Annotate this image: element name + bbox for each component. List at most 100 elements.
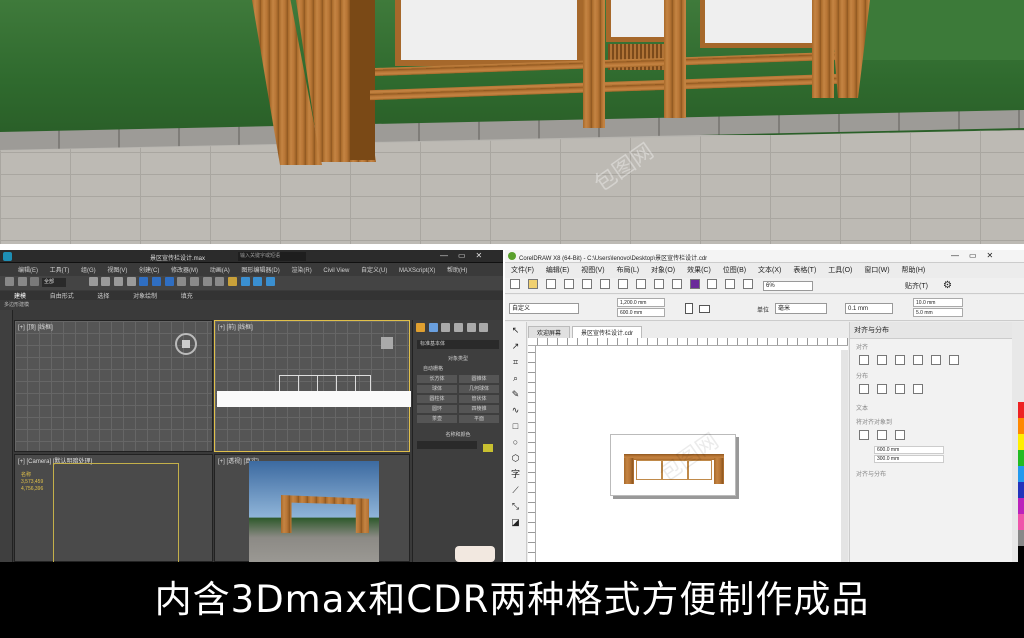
autogrid-checkbox[interactable]: 自动栅格: [423, 365, 493, 372]
cdr-menu-edit[interactable]: 编辑(E): [546, 267, 569, 274]
search-content-icon[interactable]: [671, 279, 682, 289]
align-right-icon[interactable]: [894, 355, 905, 365]
render-icon[interactable]: [266, 277, 276, 286]
options-gear-icon[interactable]: ⚙: [943, 280, 952, 291]
align-y-field[interactable]: 300.0 mm: [874, 455, 944, 463]
redo-icon[interactable]: [653, 279, 664, 289]
crop-tool-icon[interactable]: ⌗: [505, 354, 526, 370]
render-setup-icon[interactable]: [240, 277, 250, 286]
color-palette-strip[interactable]: [1018, 402, 1024, 562]
import-icon[interactable]: [707, 279, 718, 289]
object-type-rollout[interactable]: 对象类型: [417, 355, 499, 362]
angle-snap-icon[interactable]: [152, 277, 162, 286]
undo-icon[interactable]: [635, 279, 646, 289]
cdr-menu-bitmaps[interactable]: 位图(B): [723, 267, 746, 274]
cdr-menu-window[interactable]: 窗口(W): [864, 267, 889, 274]
ellipse-tool-icon[interactable]: ○: [505, 434, 526, 450]
max-menu-help[interactable]: 帮助(H): [447, 268, 467, 274]
rectangle-tool-icon[interactable]: □: [505, 418, 526, 434]
sphere-button[interactable]: 球体: [417, 385, 457, 393]
max-menu-rendering[interactable]: 渲染(R): [291, 268, 311, 274]
open-icon[interactable]: [527, 279, 538, 289]
freehand-tool-icon[interactable]: ✎: [505, 386, 526, 402]
ribbon-tab-selection[interactable]: 选择: [97, 294, 109, 300]
snap-to-dropdown[interactable]: 贴齐(T): [905, 281, 928, 291]
page-width-field[interactable]: 1,200.0 mm: [617, 298, 665, 307]
vertical-scrollbar[interactable]: [841, 350, 848, 562]
max-search-input[interactable]: 输入关键字或短语: [238, 252, 306, 261]
torus-button[interactable]: 圆环: [417, 405, 457, 413]
object-color-swatch[interactable]: [482, 444, 493, 452]
max-menu-create[interactable]: 创建(C): [139, 268, 159, 274]
align-top-icon[interactable]: [912, 355, 923, 365]
utilities-tab-icon[interactable]: [479, 323, 489, 332]
create-tab-icon[interactable]: [416, 323, 425, 332]
mirror-icon[interactable]: [177, 277, 187, 286]
landscape-icon[interactable]: [699, 305, 710, 313]
max-menu-modifiers[interactable]: 修改器(M): [171, 268, 198, 274]
viewport-top[interactable]: [+] [顶] [线框]: [14, 320, 213, 452]
distribute-spacing-icon[interactable]: [912, 384, 923, 394]
portrait-icon[interactable]: [685, 303, 693, 314]
publish-pdf-icon[interactable]: [743, 279, 754, 289]
align-to-grid-icon[interactable]: [894, 430, 905, 440]
cdr-menu-text[interactable]: 文本(X): [758, 267, 781, 274]
distribute-right-icon[interactable]: [894, 384, 905, 394]
ribbon-tab-object-paint[interactable]: 对象绘制: [133, 294, 157, 300]
box-button[interactable]: 长方体: [417, 375, 457, 383]
nudge-field[interactable]: 0.1 mm: [845, 303, 893, 314]
name-color-rollout[interactable]: 名称和颜色: [417, 431, 499, 438]
render-frame-icon[interactable]: [253, 277, 263, 286]
cdr-menu-effects[interactable]: 效果(C): [687, 267, 711, 274]
geosphere-button[interactable]: 几何球体: [459, 385, 499, 393]
curve-editor-icon[interactable]: [215, 277, 225, 286]
page-preset-dropdown[interactable]: 自定义: [509, 303, 579, 314]
max-menu-graph-editors[interactable]: 图形编辑器(D): [241, 268, 279, 274]
zoom-level-dropdown[interactable]: 6%: [763, 281, 813, 291]
redo-icon[interactable]: [17, 277, 27, 286]
max-menu-group[interactable]: 组(G): [81, 268, 96, 274]
primitive-type-dropdown[interactable]: 标准基本体: [417, 340, 499, 349]
dimension-tool-icon[interactable]: ⟋: [505, 482, 526, 498]
eyedropper-icon[interactable]: ◪: [505, 514, 526, 530]
export-icon[interactable]: [725, 279, 736, 289]
layer-icon[interactable]: [202, 277, 212, 286]
pyramid-button[interactable]: 四棱锥: [459, 405, 499, 413]
align-bottom-icon[interactable]: [948, 355, 959, 365]
save-icon[interactable]: [545, 279, 556, 289]
display-tab-icon[interactable]: [466, 323, 476, 332]
rotate-icon[interactable]: [114, 277, 124, 286]
cdr-menu-layout[interactable]: 布局(L): [617, 267, 640, 274]
max-menu-customize[interactable]: 自定义(U): [361, 268, 387, 274]
max-menu-maxscript[interactable]: MAXScript(X): [399, 268, 435, 274]
material-editor-icon[interactable]: [228, 277, 238, 286]
cdr-menu-help[interactable]: 帮助(H): [902, 267, 926, 274]
percent-snap-icon[interactable]: [164, 277, 174, 286]
ribbon-tab-modeling[interactable]: 建模: [14, 294, 26, 300]
max-menu-tools[interactable]: 工具(T): [50, 268, 70, 274]
tube-button[interactable]: 管状体: [459, 395, 499, 403]
align-to-page-icon[interactable]: [876, 430, 887, 440]
duplicate-y-field[interactable]: 5.0 mm: [913, 308, 963, 317]
viewport-camera[interactable]: [+] [Camera] [默认明暗处理] 名称 3,573,459 4,756…: [14, 454, 213, 562]
new-doc-icon[interactable]: [510, 279, 520, 289]
max-menu-views[interactable]: 视图(V): [107, 268, 127, 274]
paste-icon[interactable]: [617, 279, 628, 289]
text-tool-icon[interactable]: 字: [505, 466, 526, 482]
align-center-h-icon[interactable]: [876, 355, 887, 365]
tab-document[interactable]: 景区宣传栏设计.cdr: [571, 326, 642, 338]
print-icon[interactable]: [563, 279, 574, 289]
modify-tab-icon[interactable]: [428, 323, 438, 332]
scale-icon[interactable]: [126, 277, 136, 286]
move-icon[interactable]: [101, 277, 111, 286]
units-dropdown[interactable]: 毫米: [775, 303, 827, 314]
select-icon[interactable]: [88, 277, 98, 286]
hierarchy-tab-icon[interactable]: [441, 323, 451, 332]
distribute-center-icon[interactable]: [876, 384, 887, 394]
copy-icon[interactable]: [599, 279, 610, 289]
link-icon[interactable]: [30, 277, 40, 286]
cone-button[interactable]: 圆锥体: [459, 375, 499, 383]
cdr-menu-tools[interactable]: 工具(O): [828, 267, 852, 274]
cylinder-button[interactable]: 圆柱体: [417, 395, 457, 403]
plane-button[interactable]: 平面: [459, 415, 499, 423]
